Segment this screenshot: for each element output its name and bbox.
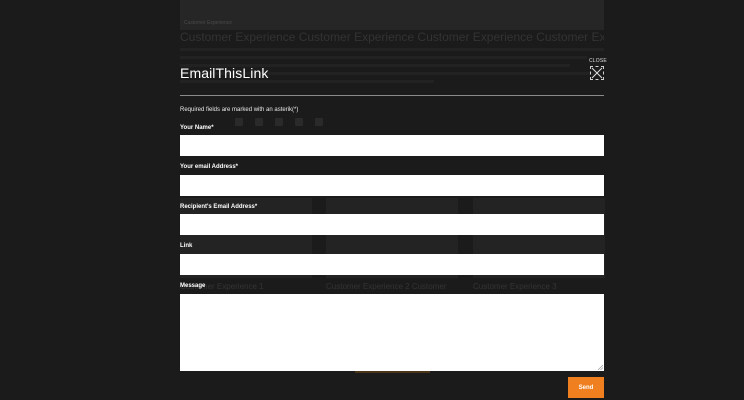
modal-title: EmailThisLink <box>180 65 269 81</box>
message-textarea[interactable] <box>180 294 604 371</box>
close-label: CLOSE <box>589 58 607 64</box>
link-input[interactable] <box>180 254 604 275</box>
recipient-email-label: Recipient's Email Address* <box>180 204 258 210</box>
modal-divider <box>180 95 604 96</box>
close-button[interactable]: CLOSE <box>589 58 607 80</box>
required-fields-note: Required fields are marked with an aster… <box>180 107 299 113</box>
recipient-email-input[interactable] <box>180 214 604 235</box>
message-label: Message <box>180 283 206 289</box>
close-icon[interactable] <box>590 66 604 80</box>
email-this-link-modal: EmailThisLink CLOSE Required fields are … <box>0 0 744 400</box>
send-button[interactable]: Send <box>568 377 604 398</box>
your-email-input[interactable] <box>180 175 604 196</box>
page: Customer Experience Customer Experience … <box>0 0 744 400</box>
your-name-label: Your Name* <box>180 125 214 131</box>
your-name-input[interactable] <box>180 135 604 156</box>
resize-grip-icon[interactable] <box>597 364 603 370</box>
link-label: Link <box>180 243 193 249</box>
your-email-label: Your email Address* <box>180 164 239 170</box>
